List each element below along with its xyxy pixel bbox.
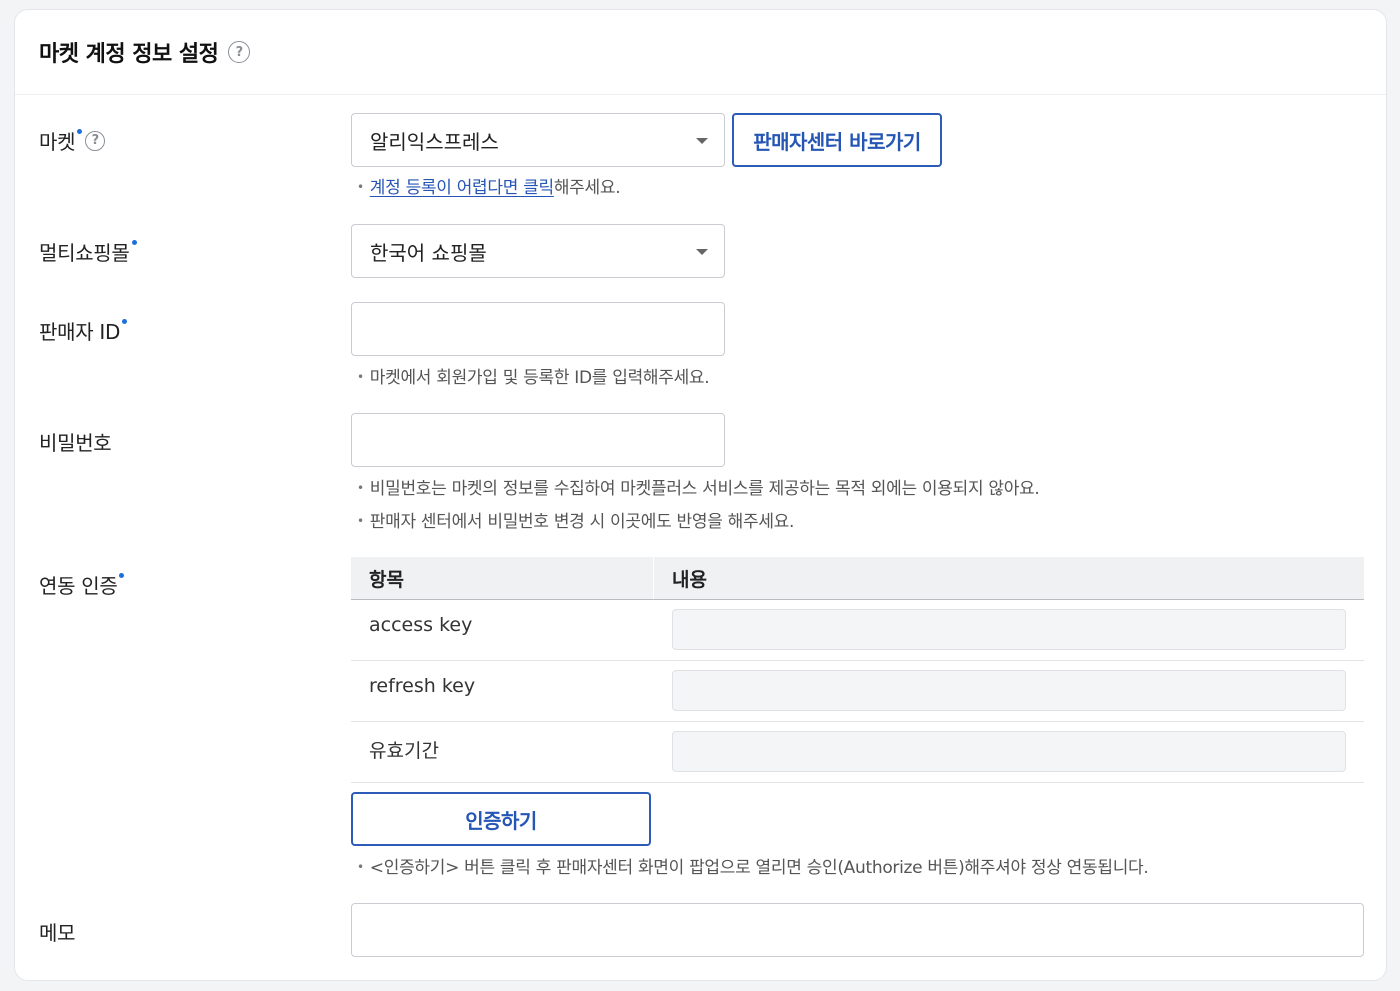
seller-id-label: 판매자 ID: [39, 316, 128, 345]
auth-header-item: 항목: [351, 557, 654, 599]
auth-header-content: 내용: [672, 568, 707, 591]
market-hint-suffix: 해주세요.: [553, 178, 621, 198]
bullet-icon: •: [357, 481, 364, 495]
required-dot-icon: [131, 240, 137, 245]
refresh-key-field: [672, 670, 1346, 711]
market-select[interactable]: 알리익스프레스: [351, 113, 725, 167]
auth-table-header: 항목 내용: [351, 557, 1364, 600]
seller-center-button[interactable]: 판매자센터 바로가기: [732, 113, 942, 167]
refresh-key-label: refresh key: [369, 675, 476, 697]
password-hint-text: 비밀번호는 마켓의 정보를 수집하여 마켓플러스 서비스를 제공하는 목적 외에…: [369, 479, 1040, 499]
page-title: 마켓 계정 정보 설정: [39, 42, 219, 67]
chevron-down-icon: [696, 249, 708, 255]
auth-hint: • <인증하기> 버튼 클릭 후 판매자센터 화면이 팝업으로 열리면 승인(Au…: [357, 853, 1149, 878]
market-hint: • 계정 등록이 어렵다면 클릭해주세요.: [357, 173, 621, 198]
account-register-help-link[interactable]: 계정 등록이 어렵다면 클릭: [370, 178, 554, 198]
access-key-label: access key: [369, 614, 473, 636]
seller-id-input[interactable]: [351, 302, 725, 356]
bullet-icon: •: [357, 860, 364, 874]
expiry-label: 유효기간: [369, 740, 439, 762]
multi-mall-label: 멀티쇼핑몰: [39, 237, 137, 266]
help-icon[interactable]: ?: [228, 41, 251, 63]
authenticate-button[interactable]: 인증하기: [351, 792, 651, 846]
chevron-down-icon: [696, 138, 708, 144]
auth-label-text: 연동 인증: [39, 574, 118, 598]
table-row: access key: [351, 600, 1364, 661]
seller-id-hint-text: 마켓에서 회원가입 및 등록한 ID를 입력해주세요.: [369, 368, 710, 388]
password-hint-1: • 비밀번호는 마켓의 정보를 수집하여 마켓플러스 서비스를 제공하는 목적 외…: [357, 474, 1040, 499]
memo-label-text: 메모: [39, 921, 76, 945]
memo-input[interactable]: [351, 903, 1364, 957]
seller-id-label-text: 판매자 ID: [39, 320, 121, 344]
required-dot-icon: [77, 129, 83, 134]
card-header: 마켓 계정 정보 설정 ?: [15, 10, 1386, 95]
bullet-icon: •: [357, 514, 364, 528]
seller-id-hint: • 마켓에서 회원가입 및 등록한 ID를 입력해주세요.: [357, 363, 710, 388]
expiry-field: [672, 731, 1346, 772]
auth-table: 항목 내용 access key refresh key 유효기간: [351, 557, 1364, 783]
auth-hint-text: <인증하기> 버튼 클릭 후 판매자센터 화면이 팝업으로 열리면 승인(Aut…: [369, 858, 1149, 878]
multi-mall-select-value: 한국어 쇼핑몰: [370, 240, 487, 265]
multi-mall-select[interactable]: 한국어 쇼핑몰: [351, 224, 725, 278]
market-select-value: 알리익스프레스: [370, 129, 499, 154]
bullet-icon: •: [357, 370, 364, 384]
access-key-field: [672, 609, 1346, 650]
memo-label: 메모: [39, 917, 76, 946]
password-label-text: 비밀번호: [39, 431, 112, 455]
bullet-icon: •: [357, 180, 364, 194]
password-hint-text: 판매자 센터에서 비밀번호 변경 시 이곳에도 반영을 해주세요.: [369, 512, 795, 532]
market-label: 마켓 ?: [39, 126, 106, 155]
table-row: refresh key: [351, 661, 1364, 722]
password-label: 비밀번호: [39, 427, 112, 456]
market-account-settings-card: 마켓 계정 정보 설정 ? 마켓 ? 알리익스프레스 판매자센터 바로가기 • 계…: [14, 9, 1387, 981]
auth-label: 연동 인증: [39, 570, 125, 599]
table-row: 유효기간: [351, 722, 1364, 783]
market-label-text: 마켓: [39, 130, 76, 154]
password-input[interactable]: [351, 413, 725, 467]
required-dot-icon: [119, 573, 125, 578]
multi-mall-label-text: 멀티쇼핑몰: [39, 241, 130, 265]
market-help-icon[interactable]: ?: [85, 130, 106, 151]
required-dot-icon: [122, 319, 128, 324]
password-hint-2: • 판매자 센터에서 비밀번호 변경 시 이곳에도 반영을 해주세요.: [357, 507, 794, 532]
